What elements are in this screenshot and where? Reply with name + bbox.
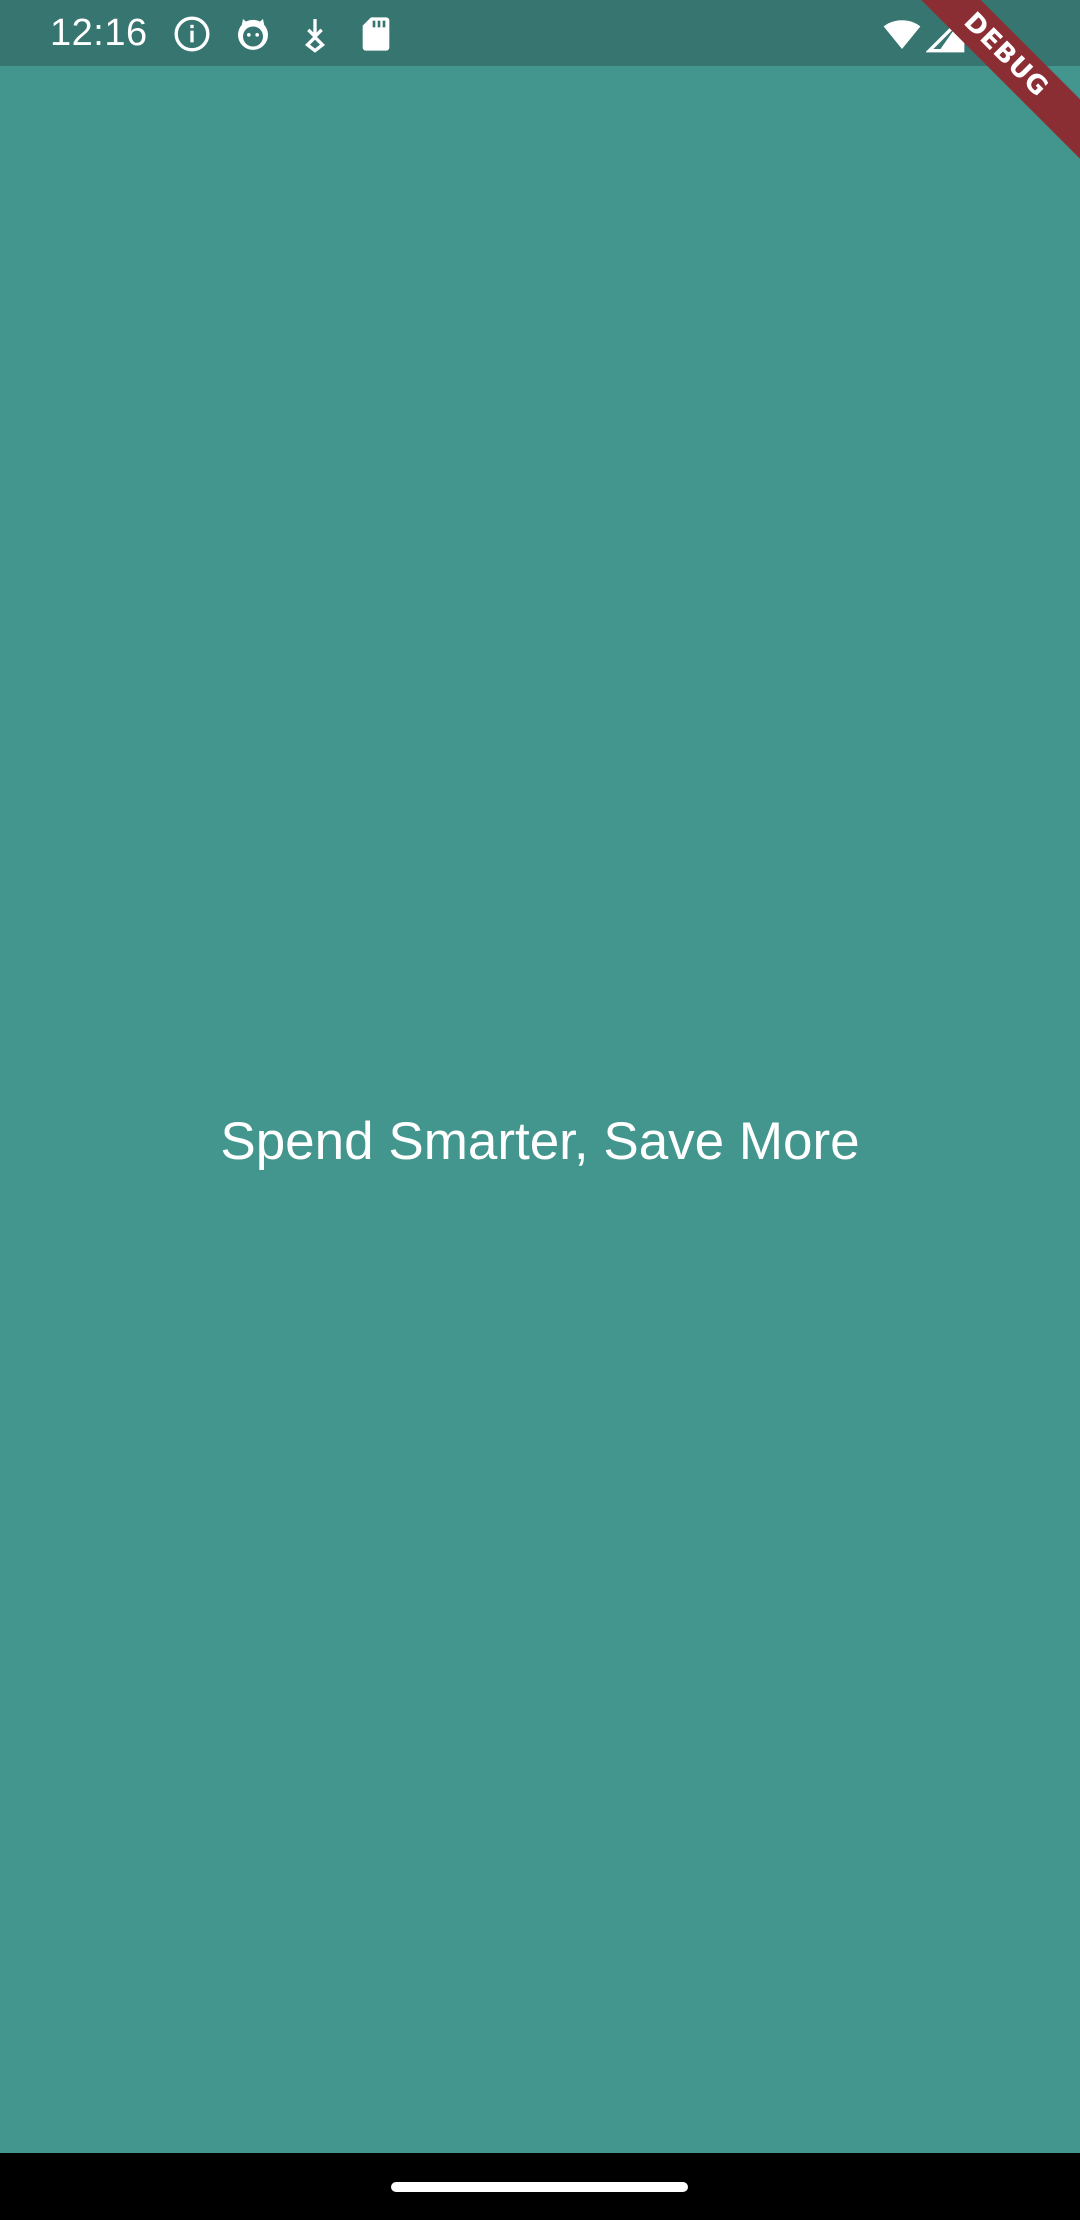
status-time: 12:16 <box>50 12 148 54</box>
status-bar: 12:16 <box>0 0 1080 66</box>
wifi-icon <box>880 14 924 54</box>
tagline-text: Spend Smarter, Save More <box>220 1112 860 1171</box>
app-screen: 12:16 Spend Smarter, Save More DEBUG <box>0 0 1080 2220</box>
cat-icon <box>233 14 273 54</box>
download-icon <box>295 14 335 54</box>
info-icon <box>172 14 212 54</box>
splash-content: Spend Smarter, Save More <box>0 66 1080 2153</box>
cellular-signal-icon <box>926 14 966 54</box>
sd-card-icon <box>356 14 396 54</box>
navigation-bar <box>0 2153 1080 2220</box>
home-indicator[interactable] <box>391 2182 688 2192</box>
